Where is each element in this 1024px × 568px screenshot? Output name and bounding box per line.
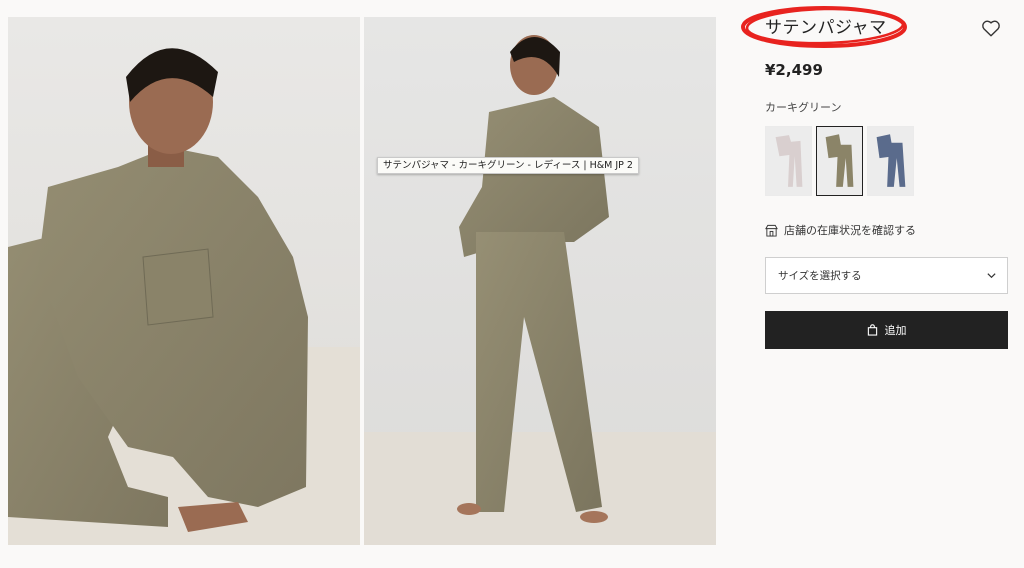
- chevron-down-icon: [987, 273, 996, 279]
- store-availability-link[interactable]: 店舗の在庫状況を確認する: [765, 222, 916, 238]
- shopping-bag-icon: [867, 324, 877, 336]
- add-to-bag-button[interactable]: 追加: [765, 311, 1008, 349]
- product-photo-seated[interactable]: [8, 17, 360, 545]
- swatch-khaki-green[interactable]: [816, 126, 863, 196]
- product-photo-standing[interactable]: [364, 17, 716, 545]
- product-title: サテンパジャマ: [765, 18, 887, 38]
- size-select[interactable]: サイズを選択する: [765, 257, 1008, 294]
- store-availability-label: 店舗の在庫状況を確認する: [784, 224, 916, 237]
- add-button-label: 追加: [884, 324, 907, 337]
- store-icon: [765, 224, 778, 237]
- size-select-placeholder: サイズを選択する: [778, 270, 862, 282]
- heart-icon[interactable]: [980, 17, 1002, 39]
- color-swatches: [765, 126, 914, 196]
- swatch-blue[interactable]: [867, 126, 914, 196]
- swatch-light-pink[interactable]: [765, 126, 812, 196]
- color-name-label: カーキグリーン: [765, 101, 842, 114]
- image-tooltip: サテンパジャマ - カーキグリーン - レディース | H&M JP 2: [377, 157, 639, 174]
- product-price: ¥2,499: [765, 61, 823, 79]
